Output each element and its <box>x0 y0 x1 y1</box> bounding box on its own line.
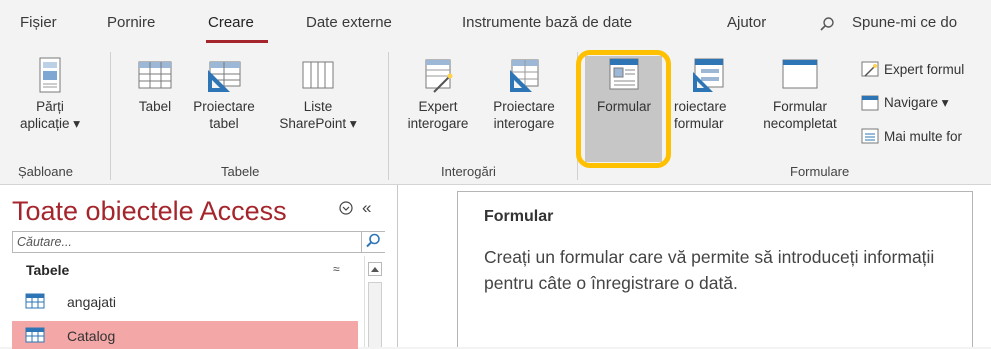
tab-database-tools[interactable]: Instrumente bază de date <box>462 14 632 31</box>
scroll-thumb[interactable] <box>368 282 382 347</box>
nav-search-input[interactable] <box>13 232 357 251</box>
group-divider <box>388 52 389 180</box>
ribbon-tab-bar: Fișier Pornire Creare Date externe Instr… <box>0 0 991 44</box>
tab-file[interactable]: Fișier <box>20 14 57 31</box>
nav-search-box <box>12 231 385 253</box>
navigation-dropdown[interactable]: Navigare ▾ <box>860 94 949 112</box>
tab-help[interactable]: Ajutor <box>727 14 766 31</box>
group-label-forms: Formulare <box>790 164 850 179</box>
scroll-up-button[interactable] <box>368 262 382 276</box>
form-design-icon <box>693 58 724 92</box>
screentip-title: Formular <box>484 208 554 225</box>
more-forms-dropdown[interactable]: Mai multe for <box>860 127 962 145</box>
tell-me-search[interactable]: Spune-mi ce do <box>852 14 957 31</box>
nav-search-button[interactable] <box>361 232 385 252</box>
nav-pane-title[interactable]: Toate obiectele Access <box>12 196 287 227</box>
table-icon <box>138 61 172 89</box>
table-design-button[interactable]: Proiectare tabel <box>184 56 264 132</box>
screentip-description: Creați un formular care vă permite să in… <box>484 247 935 293</box>
blank-form-icon <box>782 59 818 89</box>
navigation-form-icon <box>861 95 879 111</box>
query-wizard-button[interactable]: Expert interogare <box>396 56 480 132</box>
application-parts-icon <box>39 57 61 93</box>
form-design-button[interactable]: roiectare formular <box>672 56 742 132</box>
blank-form-button[interactable]: Formular necompletat <box>746 56 854 132</box>
nav-item-table[interactable]: angajati <box>12 287 358 315</box>
more-forms-icon <box>861 128 879 144</box>
nav-pane-menu-icon[interactable] <box>339 201 353 215</box>
form-wizard-icon <box>861 61 879 77</box>
search-icon <box>366 233 380 248</box>
sharepoint-list-icon <box>302 61 334 89</box>
group-label-tables: Tabele <box>221 164 260 179</box>
form-wizard-button[interactable]: Expert formul <box>860 60 964 78</box>
query-design-button[interactable]: Proiectare interogare <box>482 56 566 132</box>
tab-home[interactable]: Pornire <box>107 14 155 31</box>
nav-group-tables-header[interactable]: Tabele <box>12 258 358 280</box>
query-wizard-icon <box>425 59 453 93</box>
tab-external-data[interactable]: Date externe <box>306 14 392 31</box>
collapse-group-icon[interactable]: ≈ <box>333 262 340 276</box>
group-label-templates: Șabloane <box>18 164 73 179</box>
group-divider <box>110 52 111 180</box>
table-button[interactable]: Tabel <box>130 56 180 115</box>
tab-create[interactable]: Creare <box>208 14 254 31</box>
query-design-icon <box>510 59 539 92</box>
highlight-annotation <box>576 50 671 168</box>
active-tab-indicator <box>206 40 268 43</box>
application-parts-button[interactable]: Părți aplicație ▾ <box>20 56 80 132</box>
table-icon <box>25 293 45 309</box>
search-icon[interactable] <box>819 16 835 32</box>
sharepoint-lists-button[interactable]: Liste SharePoint ▾ <box>270 56 366 132</box>
table-design-icon <box>208 61 241 92</box>
shutter-bar-collapse-button[interactable]: « <box>362 198 371 218</box>
scroll-up-arrow-icon <box>371 267 379 272</box>
nav-item-table-selected[interactable]: Catalog <box>12 321 358 349</box>
table-icon <box>25 327 45 343</box>
group-label-queries: Interogări <box>441 164 496 179</box>
